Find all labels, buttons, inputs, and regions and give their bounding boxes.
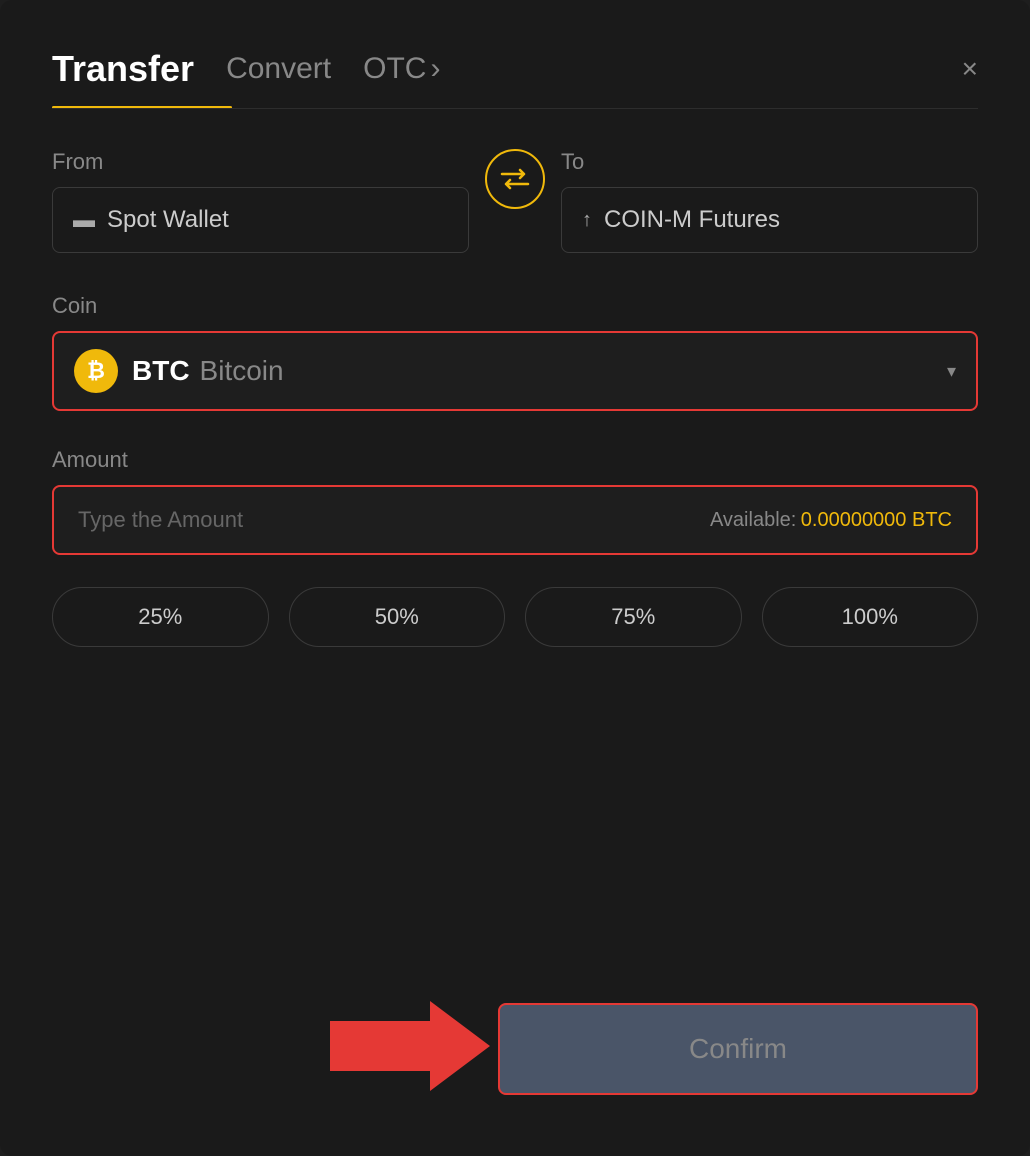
red-arrow-icon: [330, 1001, 490, 1091]
to-wallet-selector[interactable]: ↑ COIN-M Futures: [561, 187, 978, 253]
tab-underline-container: [52, 106, 978, 109]
available-value: 0.00000000 BTC: [801, 509, 952, 531]
pct-75-button[interactable]: 75%: [525, 587, 742, 647]
swap-icon: [500, 168, 530, 190]
header-tabs: Transfer Convert OTC › ×: [52, 48, 978, 90]
tab-otc[interactable]: OTC ›: [363, 52, 440, 86]
pct-50-button[interactable]: 50%: [289, 587, 506, 647]
to-wallet-label: COIN-M Futures: [604, 206, 780, 234]
pct-100-button[interactable]: 100%: [762, 587, 979, 647]
amount-section: Amount Available: 0.00000000 BTC: [52, 447, 978, 555]
btc-icon: ₿: [74, 349, 118, 393]
coin-label: Coin: [52, 293, 978, 319]
to-label: To: [561, 149, 978, 175]
to-section: To ↑ COIN-M Futures: [561, 149, 978, 253]
swap-btn-container: [485, 149, 545, 219]
tab-transfer[interactable]: Transfer: [52, 48, 194, 90]
pct-25-button[interactable]: 25%: [52, 587, 269, 647]
from-section: From ▬ Spot Wallet: [52, 149, 469, 253]
tab-convert[interactable]: Convert: [226, 52, 331, 86]
from-wallet-selector[interactable]: ▬ Spot Wallet: [52, 187, 469, 253]
available-label: Available:: [710, 509, 796, 531]
confirm-button[interactable]: Confirm: [498, 1003, 978, 1095]
close-button[interactable]: ×: [962, 55, 978, 83]
coin-name: Bitcoin: [200, 355, 284, 387]
arrow-indicator: [330, 1001, 490, 1096]
percentage-buttons-row: 25% 50% 75% 100%: [52, 587, 978, 647]
swap-button[interactable]: [485, 149, 545, 209]
bottom-area: Confirm: [52, 1001, 978, 1096]
amount-box: Available: 0.00000000 BTC: [52, 485, 978, 555]
amount-input[interactable]: [78, 507, 710, 533]
chevron-down-icon: ▾: [947, 361, 956, 382]
transfer-modal: Transfer Convert OTC › × From ▬ Spot Wal…: [0, 0, 1030, 1156]
coin-selector[interactable]: ₿ BTC Bitcoin ▾: [52, 331, 978, 411]
coin-symbol: BTC: [132, 355, 190, 387]
futures-icon: ↑: [582, 209, 592, 232]
wallet-card-icon: ▬: [73, 207, 95, 233]
coin-section: Coin ₿ BTC Bitcoin ▾: [52, 293, 978, 411]
from-to-row: From ▬ Spot Wallet To ↑ COIN-M Futures: [52, 149, 978, 253]
amount-label: Amount: [52, 447, 978, 473]
header-divider: [52, 108, 978, 109]
from-wallet-label: Spot Wallet: [107, 206, 229, 234]
from-label: From: [52, 149, 469, 175]
available-info: Available: 0.00000000 BTC: [710, 509, 952, 532]
